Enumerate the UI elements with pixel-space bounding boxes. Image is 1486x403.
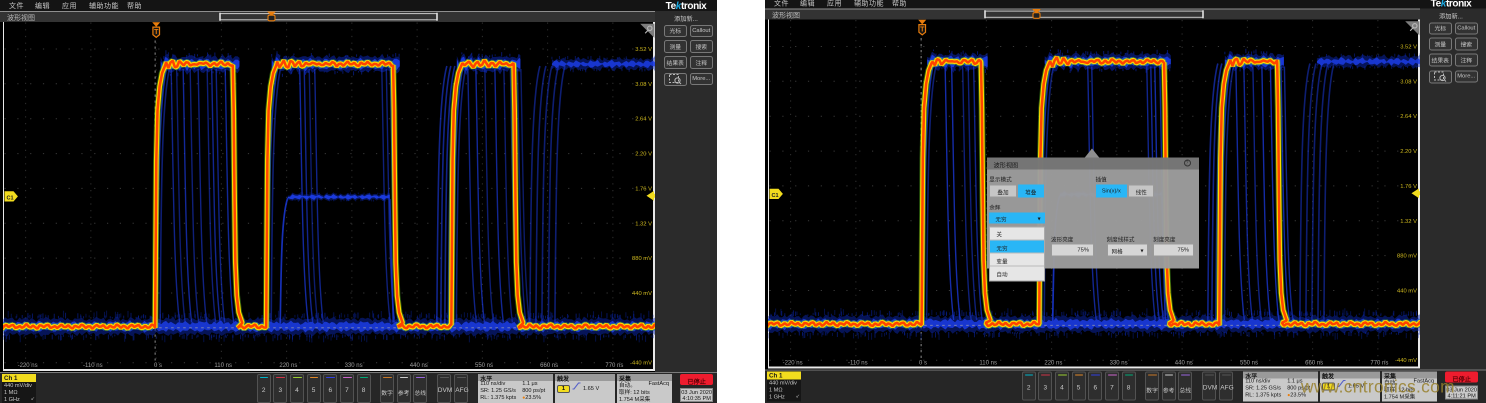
- svg-text:2.20 V: 2.20 V: [635, 151, 652, 157]
- svg-text:1.32 V: 1.32 V: [1400, 218, 1417, 224]
- svg-text:440 mV: 440 mV: [1397, 288, 1417, 294]
- svg-text:C1: C1: [6, 195, 13, 201]
- svg-text:1.76 V: 1.76 V: [635, 186, 652, 192]
- svg-text:1.76 V: 1.76 V: [1400, 183, 1417, 189]
- svg-text:C1: C1: [771, 192, 778, 198]
- svg-text:1.32 V: 1.32 V: [635, 221, 652, 227]
- svg-text:440 mV: 440 mV: [632, 291, 652, 297]
- svg-text:880 mV: 880 mV: [632, 256, 652, 262]
- svg-text:3.52 V: 3.52 V: [1400, 44, 1417, 50]
- svg-text:3.08 V: 3.08 V: [635, 81, 652, 87]
- svg-text:3.52 V: 3.52 V: [635, 47, 652, 53]
- svg-text:2.64 V: 2.64 V: [635, 116, 652, 122]
- svg-text:2.64 V: 2.64 V: [1400, 114, 1417, 120]
- svg-text:880 mV: 880 mV: [1397, 253, 1417, 259]
- svg-text:T: T: [154, 29, 159, 36]
- svg-text:T: T: [920, 26, 925, 33]
- svg-text:3.08 V: 3.08 V: [1400, 79, 1417, 85]
- svg-text:2.20 V: 2.20 V: [1400, 149, 1417, 155]
